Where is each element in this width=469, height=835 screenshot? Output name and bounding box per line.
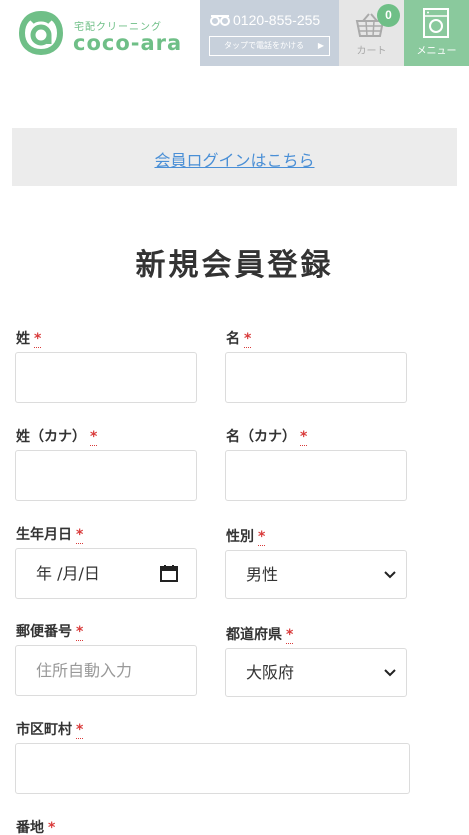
- phone-call-label: タップで電話をかける: [224, 41, 304, 50]
- coco-ara-logo-icon: [18, 10, 64, 56]
- site-logo[interactable]: 宅配クリーニング coco-ara: [18, 10, 198, 58]
- label-text: 都道府県: [226, 627, 282, 643]
- city-input[interactable]: [15, 743, 410, 794]
- phone-number: 0120-855-255: [233, 12, 321, 28]
- label-text: 性別: [226, 529, 254, 545]
- last-name-label: 姓 *: [16, 328, 42, 348]
- postal-code-input[interactable]: 住所自動入力: [15, 645, 197, 696]
- city-label: 市区町村 *: [16, 719, 84, 739]
- label-text: 生年月日: [16, 527, 72, 543]
- label-text: 名: [226, 331, 240, 347]
- label-text: 姓: [16, 331, 30, 347]
- required-mark: *: [76, 722, 84, 739]
- birthdate-label: 生年月日 *: [16, 524, 84, 544]
- site-header: 宅配クリーニング coco-ara 0120-855-255 タップで電話をかけ…: [0, 0, 469, 66]
- calendar-icon[interactable]: [160, 564, 178, 582]
- required-mark: *: [258, 529, 266, 546]
- label-text: 名（カナ）: [226, 429, 296, 445]
- last-name-kana-label: 姓（カナ） *: [16, 426, 98, 446]
- first-name-kana-label: 名（カナ） *: [226, 426, 308, 446]
- menu-label: メニュー: [416, 46, 457, 57]
- washing-machine-icon: [423, 8, 449, 38]
- postal-code-label: 郵便番号 *: [16, 621, 84, 641]
- member-login-link[interactable]: 会員ログインはこちら: [154, 147, 314, 171]
- first-name-kana-input[interactable]: [225, 450, 407, 501]
- last-name-input[interactable]: [15, 352, 197, 403]
- required-mark: *: [90, 429, 98, 446]
- required-mark: *: [300, 429, 308, 446]
- required-mark: *: [48, 820, 56, 835]
- cart-button[interactable]: 0 カート: [339, 0, 404, 66]
- first-name-input[interactable]: [225, 352, 407, 403]
- arrow-right-icon: ▶: [317, 41, 324, 50]
- birthdate-value: 年 /月/日: [36, 564, 100, 583]
- menu-button[interactable]: メニュー: [404, 0, 469, 66]
- logo-text: coco-ara: [73, 31, 183, 55]
- first-name-label: 名 *: [226, 328, 252, 348]
- required-mark: *: [76, 624, 84, 641]
- gender-value: 男性: [246, 565, 279, 584]
- prefecture-label: 都道府県 *: [226, 624, 294, 644]
- prefecture-value: 大阪府: [246, 663, 295, 682]
- required-mark: *: [286, 627, 294, 644]
- phone-call-block[interactable]: 0120-855-255 タップで電話をかける ▶: [200, 0, 339, 66]
- birthdate-input[interactable]: 年 /月/日: [15, 548, 197, 599]
- gender-select[interactable]: 男性: [225, 550, 407, 599]
- prefecture-select[interactable]: 大阪府: [225, 648, 407, 697]
- label-text: 姓（カナ）: [16, 429, 86, 445]
- required-mark: *: [244, 331, 252, 348]
- login-banner: 会員ログインはこちら: [12, 128, 457, 186]
- last-name-kana-input[interactable]: [15, 450, 197, 501]
- street-label: 番地 *: [16, 817, 56, 835]
- cart-label: カート: [356, 46, 387, 57]
- free-dial-icon: [210, 15, 230, 26]
- chevron-down-icon: [384, 571, 396, 579]
- page-title: 新規会員登録: [135, 248, 334, 283]
- cart-count-badge: 0: [377, 4, 400, 27]
- label-text: 郵便番号: [16, 624, 72, 640]
- label-text: 市区町村: [16, 722, 72, 738]
- label-text: 番地: [16, 820, 44, 835]
- required-mark: *: [34, 331, 42, 348]
- required-mark: *: [76, 527, 84, 544]
- gender-label: 性別 *: [226, 526, 266, 546]
- postal-code-placeholder: 住所自動入力: [36, 661, 133, 680]
- phone-call-button[interactable]: タップで電話をかける ▶: [209, 36, 330, 56]
- chevron-down-icon: [384, 669, 396, 677]
